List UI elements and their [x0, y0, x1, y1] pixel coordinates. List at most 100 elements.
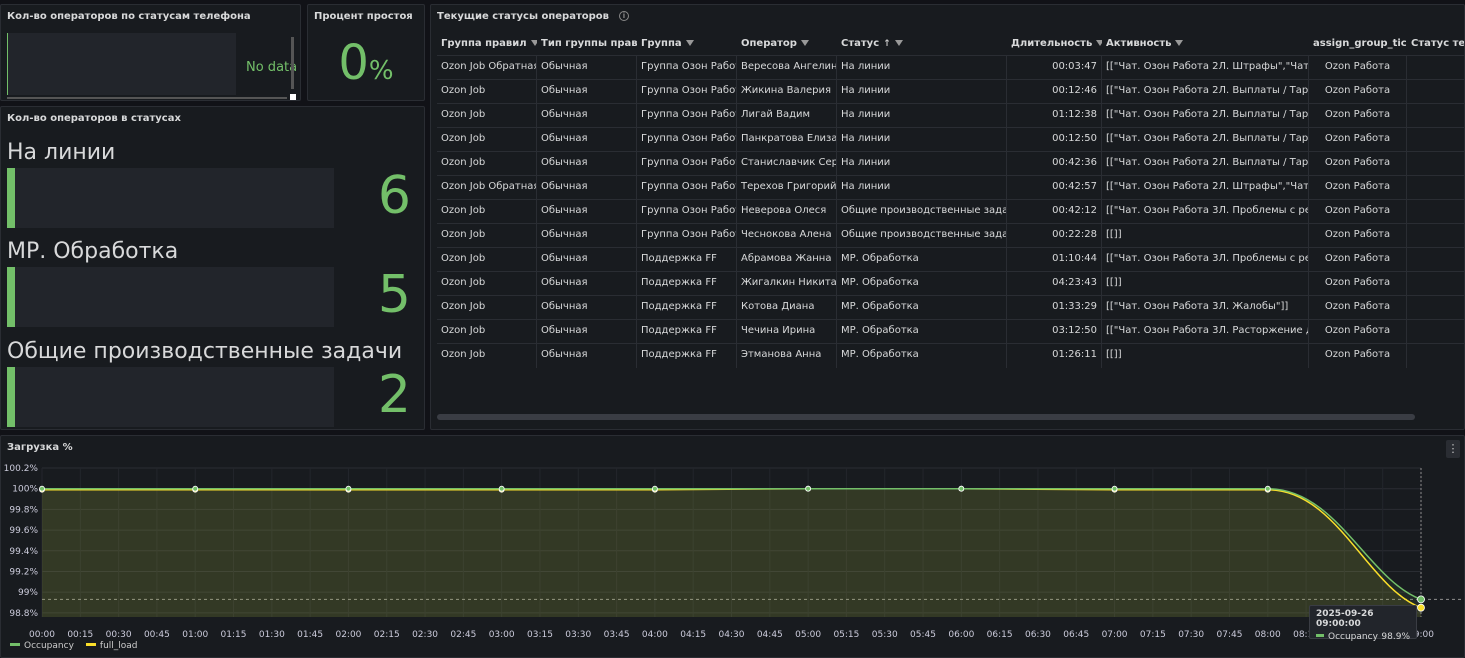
idle-value: 0 [338, 35, 369, 91]
column-header-label: Длительность [1011, 38, 1093, 49]
table-row[interactable]: Ozon Job Обычная Группа Озон Работа Панкрат… [437, 127, 1464, 152]
table-horizontal-scrollbar[interactable] [437, 414, 1415, 420]
phone-status-axis [7, 33, 8, 95]
table-cell: [["Чат. Озон Работа 2Л. Выплаты / Тарифы… [1102, 80, 1309, 104]
load-chart-panel: Загрузка % ⋮ [0, 435, 1465, 658]
table-cell: Ozon Job [437, 104, 537, 128]
table-row[interactable]: Ozon Job Обычная Группа Озон Работа Чесноко… [437, 223, 1464, 248]
table-cell: [["Чат. Озон Работа 3Л. Расторжение дого… [1102, 320, 1309, 344]
tooltip-row: Occupancy 98.9% [1316, 632, 1410, 642]
filter-icon[interactable] [1175, 40, 1184, 46]
column-header[interactable]: Статус ↑ [837, 33, 1007, 55]
table-row[interactable]: Ozon Job Обычная Группа Озон Работа Лигай В… [437, 103, 1464, 128]
table-row[interactable]: Ozon Job Обычная Поддержка FF Жигалкин Ники… [437, 271, 1464, 296]
table-cell: Обычная [537, 248, 637, 272]
filter-icon[interactable] [800, 40, 809, 46]
vertical-scrollbar[interactable] [291, 37, 294, 89]
column-header[interactable]: Статус телефона [1407, 33, 1464, 55]
table-cell: Чечина Ирина [737, 320, 837, 344]
legend-item[interactable]: Occupancy [10, 641, 74, 651]
table-row[interactable]: Ozon Job Обычная Группа Озон Работа Жикина … [437, 79, 1464, 104]
table-cell: Обычная [537, 200, 637, 224]
status-bar-fill [7, 367, 15, 427]
sort-asc-icon[interactable]: ↑ [883, 39, 891, 49]
table-cell: 01:33:29 [1007, 296, 1102, 320]
table-cell: Ozon Job [437, 272, 537, 296]
table-cell: [["Чат. Озон Работа 2Л. Выплаты / Тарифы… [1102, 104, 1309, 128]
idle-percent-value: 0% [308, 35, 424, 91]
table-cell: Обычная [537, 176, 637, 200]
phone-status-title: Кол-во операторов по статусам телефона [7, 11, 251, 22]
table-cell: Лигай Вадим [737, 104, 837, 128]
column-header-label: Статус [841, 38, 880, 49]
table-cell: Ozon Работа [1309, 344, 1407, 368]
column-header-label: Группа правил [441, 38, 527, 49]
table-cell: Обычная [537, 272, 637, 296]
current-statuses-title: Текущие статусы операторов i [437, 11, 629, 22]
table-cell: 00:42:36 [1007, 152, 1102, 176]
table-cell: Обычная [537, 80, 637, 104]
table-row[interactable]: Ozon Job Обратная связьОбычнаяГруппа Озо… [437, 55, 1464, 80]
table-cell: 01:10:44 [1007, 248, 1102, 272]
table-cell: МР. Обработка [837, 296, 1007, 320]
table-cell: 00:42:57 [1007, 176, 1102, 200]
table-row[interactable]: Ozon Job Обычная Поддержка FF Котова Диана М… [437, 295, 1464, 320]
table-cell: 01:26:11 [1007, 344, 1102, 368]
column-header[interactable]: Тип группы прав [537, 33, 637, 55]
table-cell: Жигалкин Никита [737, 272, 837, 296]
table-cell: Ozon Работа [1309, 176, 1407, 200]
tooltip-swatch [1316, 634, 1324, 637]
table-cell: Чеснокова Алена [737, 224, 837, 248]
column-header-label: Тип группы прав [541, 38, 637, 49]
table-cell: [["Чат. Озон Работа 2Л. Выплаты / Тарифы… [1102, 152, 1309, 176]
status-count: 5 [377, 265, 411, 325]
table-cell: Абрамова Жанна [737, 248, 837, 272]
table-cell: Группа Озон Работа [637, 200, 737, 224]
legend-label: full_load [99, 641, 138, 651]
column-header[interactable]: Длительность [1007, 33, 1102, 55]
table-cell: Обычная [537, 56, 637, 80]
table-row[interactable]: Ozon Job Обычная Поддержка FF Этманова Анна… [437, 343, 1464, 368]
table-cell: Панкратова Елизавета [737, 128, 837, 152]
resize-handle[interactable] [290, 94, 296, 100]
status-bar [7, 367, 334, 427]
legend-swatch [10, 643, 20, 646]
table-cell: Группа Озон Работа [637, 80, 737, 104]
column-header[interactable]: Оператор [737, 33, 837, 55]
status-count: 2 [377, 365, 411, 425]
table-cell: Этманова Анна [737, 344, 837, 368]
table-cell: 04:23:43 [1007, 272, 1102, 296]
column-header[interactable]: Активность [1102, 33, 1309, 55]
table-row[interactable]: Ozon Job Обычная Группа Озон Работа Неверов… [437, 199, 1464, 224]
table-cell: Ozon Работа [1309, 224, 1407, 248]
table-cell: На линии [837, 128, 1007, 152]
panel-menu-icon[interactable]: ⋮ [1446, 440, 1460, 458]
table-cell: [[]] [1102, 272, 1309, 296]
operators-status-panel: Кол-во операторов в статусах На линии 6 МР… [0, 106, 425, 430]
table-cell: Общие производственные задачи [837, 200, 1007, 224]
chart-legend: Occupancy full_load [10, 641, 150, 651]
table-cell: Ozon Работа [1309, 200, 1407, 224]
table-cell: Ozon Job [437, 344, 537, 368]
table-row[interactable]: Ozon Job Обычная Поддержка FF Чечина Ирина М… [437, 319, 1464, 344]
column-header[interactable]: assign_group_ticl [1309, 33, 1407, 55]
table-cell: Неверова Олеся [737, 200, 837, 224]
table-cell: МР. Обработка [837, 320, 1007, 344]
info-icon[interactable]: i [618, 11, 629, 21]
legend-item[interactable]: full_load [85, 641, 138, 651]
table-cell: Обычная [537, 104, 637, 128]
horizontal-scrollbar[interactable] [7, 97, 287, 99]
operators-status-title: Кол-во операторов в статусах [7, 113, 181, 124]
table-cell: Группа Озон Работа [637, 176, 737, 200]
table-cell: 00:12:46 [1007, 80, 1102, 104]
table-cell: Ozon Работа [1309, 320, 1407, 344]
column-header[interactable]: Группа правил [437, 33, 537, 55]
filter-icon[interactable] [894, 40, 903, 46]
column-header[interactable]: Группа [637, 33, 737, 55]
status-bar-fill [7, 267, 15, 327]
table-row[interactable]: Ozon Job Обычная Поддержка FF Абрамова Жанн… [437, 247, 1464, 272]
filter-icon[interactable] [685, 40, 694, 46]
table-cell: Жикина Валерия [737, 80, 837, 104]
table-row[interactable]: Ozon Job Обратная связьОбычнаяГруппа Озо… [437, 175, 1464, 200]
table-row[interactable]: Ozon Job Обычная Группа Озон Работа Станисл… [437, 151, 1464, 176]
